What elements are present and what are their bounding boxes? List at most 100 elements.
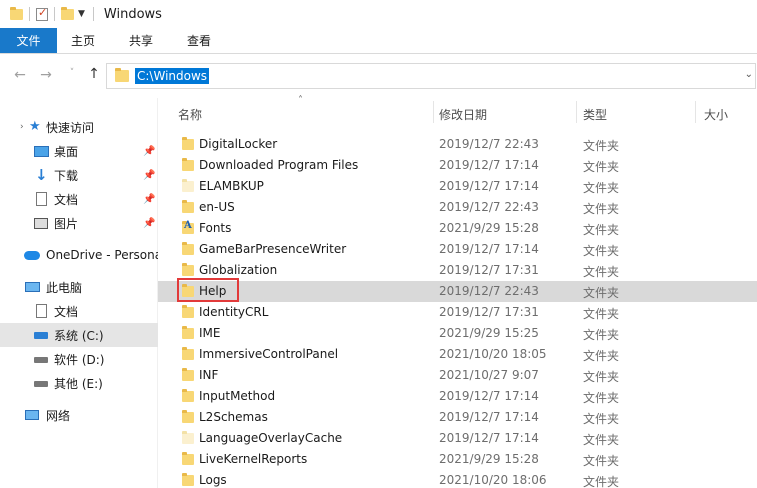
folder-icon	[182, 452, 194, 465]
nav-label: 其他 (E:)	[54, 376, 103, 391]
file-date: 2019/12/7 22:43	[439, 284, 539, 298]
file-type: 文件夹	[583, 244, 620, 258]
nav-label: 文档	[54, 192, 79, 207]
separator	[54, 7, 55, 21]
forward-arrow-icon[interactable]: →	[38, 67, 54, 83]
file-date: 2021/10/27 9:07	[439, 368, 539, 382]
file-type: 文件夹	[583, 223, 620, 237]
table-row[interactable]: Help 2019/12/7 22:43 文件夹	[158, 278, 757, 302]
nav-drive-c[interactable]: 系统 (C:)	[0, 323, 158, 347]
nav-label: 文档	[54, 304, 79, 319]
table-row[interactable]: IME 2021/9/29 15:25 文件夹	[158, 323, 757, 344]
nav-label: 网络	[46, 408, 71, 423]
file-name: ELAMBKUP	[199, 179, 264, 193]
column-name[interactable]: 名称	[178, 106, 202, 123]
table-row[interactable]: Logs 2021/10/20 18:06 文件夹	[158, 470, 757, 488]
file-name: GameBarPresenceWriter	[199, 242, 347, 256]
column-separator[interactable]	[433, 101, 434, 123]
file-date: 2019/12/7 17:31	[439, 305, 539, 319]
table-row[interactable]: ELAMBKUP 2019/12/7 17:14 文件夹	[158, 176, 757, 197]
pin-icon: 📌	[143, 169, 156, 181]
table-row[interactable]: GameBarPresenceWriter 2019/12/7 17:14 文件夹	[158, 239, 757, 260]
separator	[29, 7, 30, 21]
folder-icon	[182, 326, 194, 339]
address-row: ← → ˅ ↑ C:\Windows ⌄	[0, 54, 757, 98]
up-arrow-icon[interactable]: ↑	[86, 66, 102, 82]
table-row[interactable]: DigitalLocker 2019/12/7 22:43 文件夹	[158, 134, 757, 155]
nav-quick-access[interactable]: › ★ 快速访问	[0, 115, 158, 139]
nav-onedrive[interactable]: OneDrive - Persona	[0, 243, 158, 267]
nav-label: 图片	[54, 216, 79, 231]
file-name: Globalization	[199, 263, 278, 277]
folder-hidden-icon	[182, 431, 194, 444]
tab-view[interactable]: 查看	[170, 28, 228, 53]
tab-home[interactable]: 主页	[57, 28, 112, 53]
recent-locations-chevron-icon[interactable]: ˅	[64, 68, 80, 78]
table-row[interactable]: L2Schemas 2019/12/7 17:14 文件夹	[158, 407, 757, 428]
nav-pc-documents[interactable]: 文档	[0, 299, 158, 323]
folder-icon	[182, 263, 194, 276]
file-type: 文件夹	[583, 433, 620, 447]
table-row[interactable]: Downloaded Program Files 2019/12/7 17:14 文…	[158, 155, 757, 176]
nav-network[interactable]: 网络	[0, 403, 158, 427]
column-header: ˄ 名称 修改日期 类型 大小	[158, 95, 757, 126]
nav-downloads[interactable]: ↓ 下载 📌	[0, 163, 158, 187]
column-separator[interactable]	[576, 101, 577, 123]
table-row[interactable]: Globalization 2019/12/7 17:31 文件夹	[158, 260, 757, 281]
table-row[interactable]: LiveKernelReports 2021/9/29 15:28 文件夹	[158, 449, 757, 470]
file-type: 文件夹	[583, 370, 620, 384]
table-row[interactable]: INF 2021/10/27 9:07 文件夹	[158, 365, 757, 386]
column-size[interactable]: 大小	[704, 106, 728, 123]
pin-icon: 📌	[143, 217, 156, 229]
folder-hidden-icon	[182, 179, 194, 192]
file-name: Downloaded Program Files	[199, 158, 359, 172]
file-name: InputMethod	[199, 389, 276, 403]
file-type: 文件夹	[583, 181, 620, 195]
table-row[interactable]: Fonts 2021/9/29 15:28 文件夹	[158, 218, 757, 239]
tab-share[interactable]: 共享	[112, 28, 170, 53]
expand-chevron-icon[interactable]: ›	[20, 122, 24, 132]
nav-pictures[interactable]: 图片 📌	[0, 211, 158, 235]
nav-drive-d[interactable]: 软件 (D:)	[0, 347, 158, 371]
file-date: 2019/12/7 17:14	[439, 179, 539, 193]
table-row[interactable]: ImmersiveControlPanel 2021/10/20 18:05 文件夹	[158, 344, 757, 365]
folder-icon	[182, 242, 194, 255]
cloud-icon	[24, 250, 40, 260]
address-dropdown-chevron-icon[interactable]: ⌄	[745, 69, 753, 80]
properties-icon[interactable]	[36, 6, 48, 21]
address-path[interactable]: C:\Windows	[135, 68, 210, 84]
file-name: LanguageOverlayCache	[199, 431, 343, 445]
drive-c-icon	[34, 332, 48, 339]
nav-this-pc[interactable]: 此电脑	[0, 275, 158, 299]
file-date: 2021/9/29 15:25	[439, 326, 539, 340]
separator	[92, 7, 94, 21]
folder-icon	[182, 200, 194, 213]
file-date: 2021/10/20 18:05	[439, 347, 547, 361]
column-type[interactable]: 类型	[583, 106, 607, 123]
navigation-pane: › ★ 快速访问 桌面 📌 ↓ 下载 📌 文档 📌 图片 📌 OneDrive …	[0, 98, 158, 488]
column-separator[interactable]	[695, 101, 696, 123]
nav-drive-e[interactable]: 其他 (E:)	[0, 371, 158, 395]
customize-toolbar-chevron-icon[interactable]: ▼	[78, 9, 85, 19]
back-arrow-icon[interactable]: ←	[12, 67, 28, 83]
table-row[interactable]: InputMethod 2019/12/7 17:14 文件夹	[158, 386, 757, 407]
file-date: 2019/12/7 22:43	[439, 137, 539, 151]
file-date: 2019/12/7 17:14	[439, 389, 539, 403]
nav-label: OneDrive - Persona	[46, 248, 158, 262]
table-row[interactable]: IdentityCRL 2019/12/7 17:31 文件夹	[158, 302, 757, 323]
tab-file[interactable]: 文件	[0, 28, 57, 53]
new-folder-icon[interactable]	[61, 6, 74, 20]
file-type: 文件夹	[583, 307, 620, 321]
folder-icon	[182, 368, 194, 381]
file-type: 文件夹	[583, 160, 620, 174]
address-bar[interactable]: C:\Windows ⌄	[106, 63, 756, 89]
file-type: 文件夹	[583, 286, 620, 300]
file-date: 2021/9/29 15:28	[439, 452, 539, 466]
nav-documents[interactable]: 文档 📌	[0, 187, 158, 211]
column-date[interactable]: 修改日期	[439, 106, 487, 123]
nav-desktop[interactable]: 桌面 📌	[0, 139, 158, 163]
nav-label: 软件 (D:)	[54, 352, 105, 367]
table-row[interactable]: en-US 2019/12/7 22:43 文件夹	[158, 197, 757, 218]
table-row[interactable]: LanguageOverlayCache 2019/12/7 17:14 文件夹	[158, 428, 757, 449]
file-name: Logs	[199, 473, 227, 487]
